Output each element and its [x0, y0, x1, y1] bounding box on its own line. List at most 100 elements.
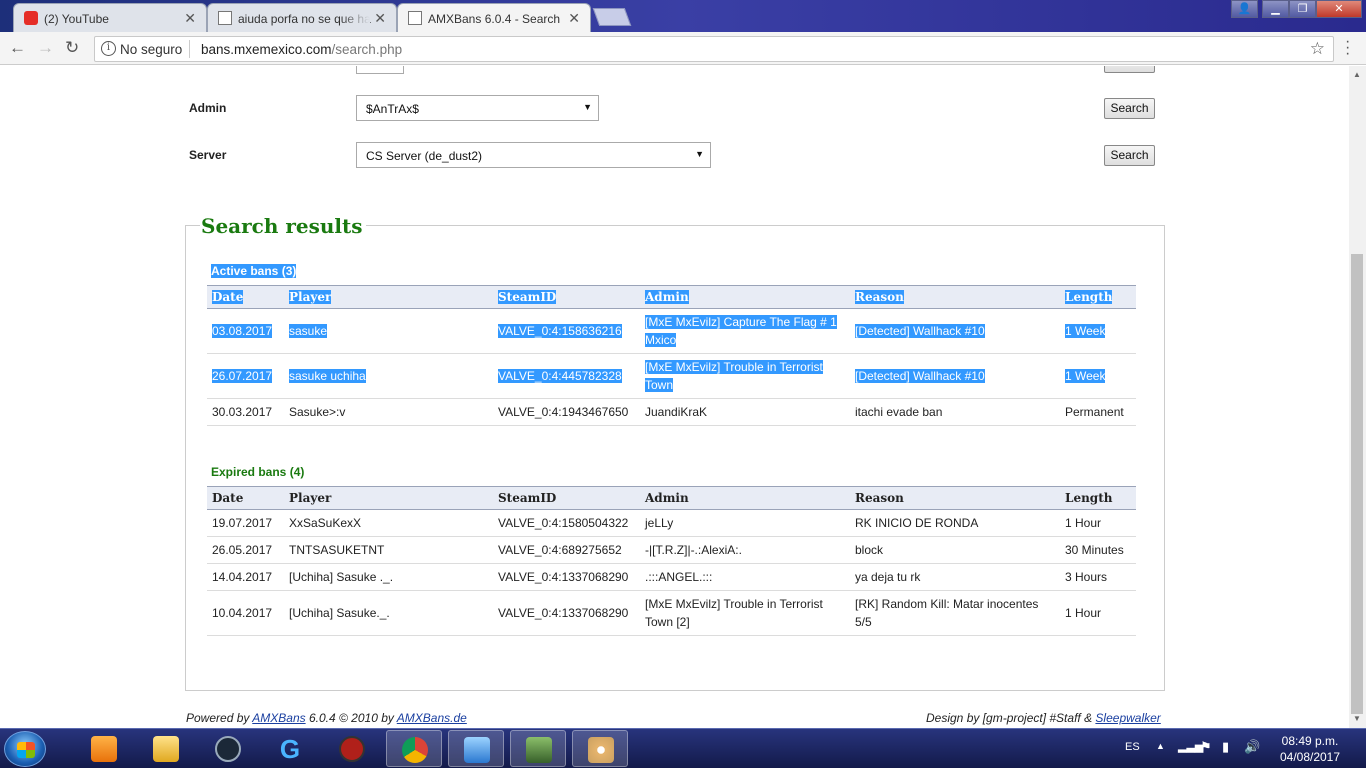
ban-row[interactable]: 10.04.2017 [Uchiha] Sasuke._. VALVE_0:4:13…	[207, 590, 1136, 636]
clock[interactable]: 08:49 p.m. 04/08/2017	[1270, 733, 1350, 765]
close-window-button[interactable]: ✕	[1316, 0, 1362, 18]
control-panel-icon	[464, 737, 490, 763]
taskbar-paint[interactable]	[572, 730, 628, 767]
footer-design: Design by [gm-project] #Staff & Sleepwal…	[926, 711, 1161, 725]
reason-cell: RK INICIO DE RONDA	[850, 509, 1060, 537]
bookmark-star-icon[interactable]: ☆	[1310, 39, 1325, 59]
admin-cell: jeLLy	[640, 509, 850, 537]
player-cell: TNTSASUKETNT	[284, 536, 493, 564]
reload-icon[interactable]: ↻	[65, 39, 79, 56]
amxbans-de-link[interactable]: AMXBans.de	[397, 711, 467, 725]
flag-icon[interactable]: ⚑	[1200, 739, 1212, 755]
ban-row[interactable]: 26.07.2017 sasuke uchiha VALVE_0:4:4457823…	[207, 353, 1136, 399]
user-icon[interactable]: 👤	[1231, 0, 1258, 18]
scroll-down-icon[interactable]: ▼	[1353, 714, 1361, 723]
taskbar-steam[interactable]	[200, 730, 256, 767]
amxbans-link[interactable]: AMXBans	[252, 711, 305, 725]
reason-col-header: Reason	[850, 285, 1060, 309]
date-cell: 26.07.2017	[207, 353, 284, 399]
tab-amxbans[interactable]: AMXBans 6.0.4 - Search ✕	[397, 3, 591, 33]
partial-field[interactable]	[356, 66, 404, 74]
start-button[interactable]	[4, 731, 46, 767]
page-icon	[218, 11, 232, 25]
taskbar-app[interactable]	[324, 730, 380, 767]
close-tab-icon[interactable]: ✕	[184, 10, 196, 27]
steamid-col-header: SteamID	[493, 285, 640, 309]
active-bans-table: Date Player SteamID Admin Reason Length 03.08…	[207, 285, 1136, 426]
folder-icon	[153, 736, 179, 762]
footer-powered: Powered by AMXBans 6.0.4 © 2010 by AMXBa…	[186, 711, 467, 725]
tab-youtube[interactable]: (2) YouTube ✕	[13, 3, 207, 32]
server-search-button[interactable]: Search	[1104, 145, 1155, 166]
ban-row[interactable]: 30.03.2017 Sasuke>:v VALVE_0:4:1943467650 J…	[207, 398, 1136, 426]
new-tab-button[interactable]	[592, 8, 632, 26]
date-cell: 30.03.2017	[207, 398, 284, 426]
reason-cell: [Detected] Wallhack #10	[850, 308, 1060, 354]
admin-cell: .:::ANGEL.:::	[640, 563, 850, 591]
reason-cell: [Detected] Wallhack #10	[850, 353, 1060, 399]
tab-title: AMXBans 6.0.4 - Search	[428, 12, 561, 26]
volume-icon[interactable]: 🔊	[1244, 739, 1260, 755]
ban-row[interactable]: 26.05.2017 TNTSASUKETNT VALVE_0:4:68927565…	[207, 536, 1136, 564]
expired-bans-title: Expired bans (4)	[211, 465, 305, 479]
admin-select[interactable]: $AnTrAx$ ▼	[356, 95, 599, 121]
steamid-cell: VALVE_0:4:1943467650	[493, 398, 640, 426]
close-tab-icon[interactable]: ✕	[374, 10, 386, 27]
language-indicator[interactable]: ES	[1125, 741, 1140, 753]
forward-icon[interactable]: →	[37, 39, 54, 56]
scroll-up-icon[interactable]: ▲	[1353, 70, 1361, 79]
server-select[interactable]: CS Server (de_dust2) ▼	[356, 142, 711, 168]
admin-cell: JuandiKraK	[640, 398, 850, 426]
url-text[interactable]: bans.mxemexico.com/search.php	[201, 42, 402, 57]
steamid-cell: VALVE_0:4:1337068290	[493, 563, 640, 591]
player-cell: Sasuke>:v	[284, 398, 493, 426]
scroll-thumb[interactable]	[1351, 254, 1363, 714]
taskbar-control-panel[interactable]	[448, 730, 504, 767]
partial-search-button[interactable]	[1104, 66, 1155, 73]
media-player-icon	[91, 736, 117, 762]
vertical-scrollbar[interactable]: ▲ ▼	[1349, 66, 1366, 728]
date-cell: 10.04.2017	[207, 590, 284, 636]
minimize-button[interactable]: ▁	[1262, 0, 1289, 18]
page-icon	[408, 11, 422, 25]
steamid-col-header: SteamID	[493, 486, 640, 510]
reason-col-header: Reason	[850, 486, 1060, 510]
admin-col-header: Admin	[640, 285, 850, 309]
admin-col-header: Admin	[640, 486, 850, 510]
youtube-icon	[24, 11, 38, 25]
show-hidden-icons-icon[interactable]: ▲	[1156, 741, 1165, 751]
paint-palette-icon	[588, 737, 614, 763]
length-cell: 3 Hours	[1060, 563, 1136, 591]
battery-icon[interactable]: ▮	[1222, 739, 1229, 755]
ban-row[interactable]: 03.08.2017 sasuke VALVE_0:4:158636216 [MxE …	[207, 308, 1136, 354]
steam-icon	[215, 736, 241, 762]
taskbar-media-player[interactable]	[76, 730, 132, 767]
length-cell: 1 Hour	[1060, 509, 1136, 537]
close-tab-icon[interactable]: ✕	[568, 10, 580, 27]
active-bans-title: Active bans (3)	[211, 264, 297, 278]
tab-forum[interactable]: aiuda porfa no se que ha ✕	[207, 3, 397, 32]
taskbar-chrome[interactable]	[386, 730, 442, 767]
back-icon[interactable]: ←	[9, 39, 26, 56]
ban-row[interactable]: 14.04.2017 [Uchiha] Sasuke ._. VALVE_0:4:1…	[207, 563, 1136, 591]
omnibox[interactable]: i No seguro bans.mxemexico.com/search.ph…	[94, 36, 1334, 62]
steamid-cell: VALVE_0:4:445782328	[493, 353, 640, 399]
length-cell: Permanent	[1060, 398, 1136, 426]
chevron-down-icon: ▼	[583, 102, 592, 112]
admin-search-button[interactable]: Search	[1104, 98, 1155, 119]
steamid-cell: VALVE_0:4:689275652	[493, 536, 640, 564]
taskbar-logitech[interactable]: G	[262, 730, 318, 767]
player-col-header: Player	[284, 486, 493, 510]
length-cell: 1 Week	[1060, 308, 1136, 354]
sleepwalker-link[interactable]: Sleepwalker	[1095, 711, 1160, 725]
info-icon[interactable]: i	[101, 41, 116, 56]
maximize-button[interactable]: ❐	[1289, 0, 1316, 18]
taskbar-game[interactable]	[510, 730, 566, 767]
ban-row[interactable]: 19.07.2017 XxSaSuKexX VALVE_0:4:1580504322…	[207, 509, 1136, 537]
player-cell: [Uchiha] Sasuke ._.	[284, 563, 493, 591]
player-col-header: Player	[284, 285, 493, 309]
taskbar-explorer[interactable]	[138, 730, 194, 767]
menu-icon[interactable]: · · ·	[1345, 34, 1350, 62]
reason-cell: ya deja tu rk	[850, 563, 1060, 591]
reason-cell: [RK] Random Kill: Matar inocentes 5/5	[850, 590, 1060, 636]
